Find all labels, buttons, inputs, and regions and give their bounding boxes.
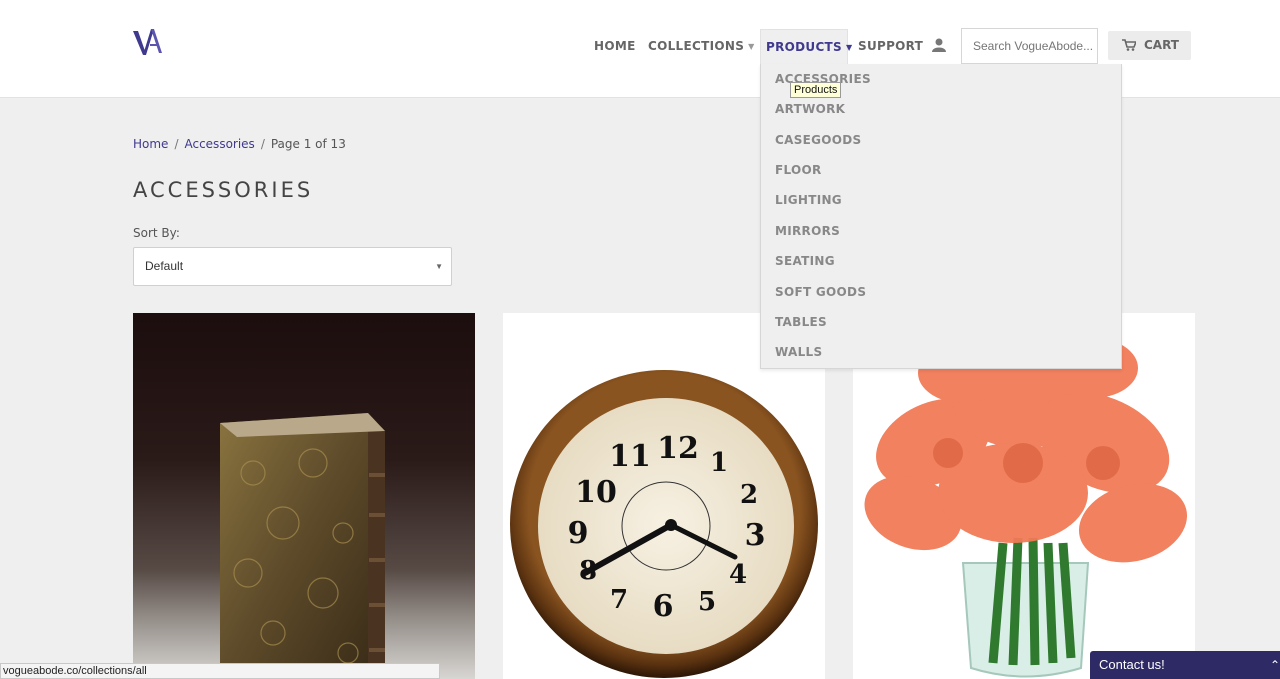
- dropdown-item-mirrors[interactable]: MIRRORS: [775, 224, 840, 238]
- breadcrumb-separator: /: [260, 137, 265, 151]
- breadcrumb-home[interactable]: Home: [133, 137, 168, 151]
- nav-home[interactable]: HOME: [594, 29, 636, 64]
- sort-select[interactable]: Default ▼: [133, 247, 452, 286]
- dropdown-item-lighting[interactable]: LIGHTING: [775, 193, 842, 207]
- contact-us-button[interactable]: Contact us! ⌃: [1090, 651, 1280, 679]
- nav-collections-label: COLLECTIONS: [648, 39, 745, 53]
- search-input[interactable]: [961, 28, 1098, 64]
- cart-button[interactable]: CART: [1108, 31, 1191, 60]
- chevron-down-icon: ▼: [748, 42, 755, 51]
- breadcrumb-separator: /: [174, 137, 179, 151]
- svg-text:11: 11: [609, 439, 651, 474]
- breadcrumb: Home / Accessories / Page 1 of 13: [133, 137, 346, 151]
- nav-support[interactable]: SUPPORT: [858, 29, 923, 64]
- products-tooltip: Products: [790, 82, 842, 98]
- svg-text:10: 10: [575, 475, 617, 510]
- nav-products-label: PRODUCTS: [766, 40, 842, 54]
- chevron-down-icon: ▼: [845, 43, 853, 52]
- dropdown-item-soft-goods[interactable]: SOFT GOODS: [775, 285, 866, 299]
- nav-products[interactable]: PRODUCTS ▼: [760, 29, 852, 65]
- contact-us-label: Contact us!: [1099, 657, 1165, 672]
- dropdown-item-floor[interactable]: FLOOR: [775, 163, 822, 177]
- dropdown-item-seating[interactable]: SEATING: [775, 254, 835, 268]
- svg-text:6: 6: [653, 589, 674, 624]
- product-card-book[interactable]: [133, 313, 475, 679]
- dropdown-item-walls[interactable]: WALLS: [775, 345, 822, 359]
- person-icon[interactable]: [932, 38, 946, 54]
- products-dropdown-menu: ACCESSORIES ARTWORK CASEGOODS FLOOR LIGH…: [760, 64, 1122, 369]
- svg-text:4: 4: [729, 560, 747, 590]
- svg-text:3: 3: [745, 518, 766, 553]
- chevron-up-icon: ⌃: [1269, 658, 1280, 672]
- page-title: ACCESSORIES: [133, 178, 314, 202]
- product-image-book: [220, 413, 385, 678]
- sort-label: Sort By:: [133, 226, 180, 240]
- dropdown-item-tables[interactable]: TABLES: [775, 315, 827, 329]
- dropdown-item-casegoods[interactable]: CASEGOODS: [775, 133, 862, 147]
- svg-text:7: 7: [610, 585, 628, 615]
- svg-text:1: 1: [710, 448, 728, 478]
- sort-selected-value: Default: [145, 259, 184, 273]
- svg-text:5: 5: [698, 587, 716, 617]
- vogue-abode-logo[interactable]: [133, 29, 163, 55]
- status-bar-url: vogueabode.co/collections/all: [0, 663, 440, 679]
- cart-label: CART: [1144, 38, 1179, 52]
- svg-text:12: 12: [657, 431, 699, 466]
- nav-collections[interactable]: COLLECTIONS ▼: [648, 29, 755, 64]
- dropdown-item-artwork[interactable]: ARTWORK: [775, 102, 845, 116]
- svg-text:2: 2: [740, 480, 758, 510]
- breadcrumb-page: Page 1 of 13: [270, 137, 346, 151]
- svg-text:9: 9: [568, 516, 589, 551]
- breadcrumb-accessories[interactable]: Accessories: [184, 137, 254, 151]
- chevron-down-icon: ▼: [435, 262, 443, 271]
- cart-icon: [1122, 39, 1138, 51]
